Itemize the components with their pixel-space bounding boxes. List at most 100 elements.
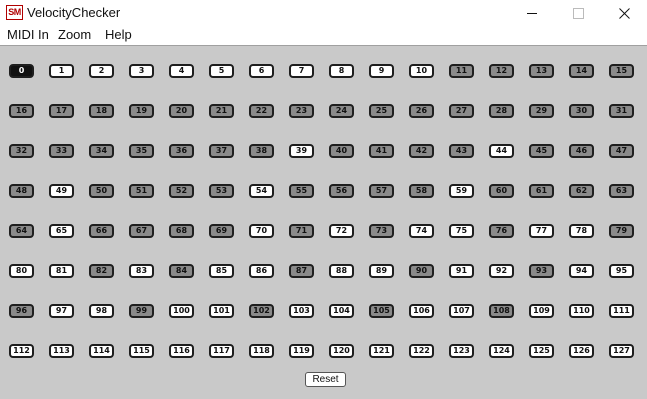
note-button-34[interactable]: 34 xyxy=(89,144,114,158)
note-button-96[interactable]: 96 xyxy=(9,304,34,318)
note-button-80[interactable]: 80 xyxy=(9,264,34,278)
note-button-112[interactable]: 112 xyxy=(9,344,34,358)
note-button-14[interactable]: 14 xyxy=(569,64,594,78)
note-button-107[interactable]: 107 xyxy=(449,304,474,318)
note-button-41[interactable]: 41 xyxy=(369,144,394,158)
note-button-40[interactable]: 40 xyxy=(329,144,354,158)
note-button-75[interactable]: 75 xyxy=(449,224,474,238)
menu-zoom[interactable]: Zoom xyxy=(57,27,92,43)
note-button-106[interactable]: 106 xyxy=(409,304,434,318)
note-button-56[interactable]: 56 xyxy=(329,184,354,198)
note-button-63[interactable]: 63 xyxy=(609,184,634,198)
note-button-88[interactable]: 88 xyxy=(329,264,354,278)
note-button-23[interactable]: 23 xyxy=(289,104,314,118)
note-button-55[interactable]: 55 xyxy=(289,184,314,198)
note-button-33[interactable]: 33 xyxy=(49,144,74,158)
note-button-115[interactable]: 115 xyxy=(129,344,154,358)
note-button-65[interactable]: 65 xyxy=(49,224,74,238)
note-button-30[interactable]: 30 xyxy=(569,104,594,118)
note-button-124[interactable]: 124 xyxy=(489,344,514,358)
note-button-11[interactable]: 11 xyxy=(449,64,474,78)
note-button-125[interactable]: 125 xyxy=(529,344,554,358)
note-button-37[interactable]: 37 xyxy=(209,144,234,158)
note-button-42[interactable]: 42 xyxy=(409,144,434,158)
note-button-51[interactable]: 51 xyxy=(129,184,154,198)
note-button-101[interactable]: 101 xyxy=(209,304,234,318)
note-button-50[interactable]: 50 xyxy=(89,184,114,198)
note-button-97[interactable]: 97 xyxy=(49,304,74,318)
note-button-67[interactable]: 67 xyxy=(129,224,154,238)
note-button-17[interactable]: 17 xyxy=(49,104,74,118)
note-button-76[interactable]: 76 xyxy=(489,224,514,238)
note-button-74[interactable]: 74 xyxy=(409,224,434,238)
note-button-8[interactable]: 8 xyxy=(329,64,354,78)
note-button-58[interactable]: 58 xyxy=(409,184,434,198)
note-button-122[interactable]: 122 xyxy=(409,344,434,358)
note-button-62[interactable]: 62 xyxy=(569,184,594,198)
note-button-27[interactable]: 27 xyxy=(449,104,474,118)
note-button-109[interactable]: 109 xyxy=(529,304,554,318)
maximize-button[interactable] xyxy=(555,0,601,26)
note-button-5[interactable]: 5 xyxy=(209,64,234,78)
note-button-45[interactable]: 45 xyxy=(529,144,554,158)
note-button-7[interactable]: 7 xyxy=(289,64,314,78)
menu-midi-in[interactable]: MIDI In xyxy=(6,27,50,43)
note-button-32[interactable]: 32 xyxy=(9,144,34,158)
note-button-104[interactable]: 104 xyxy=(329,304,354,318)
note-button-3[interactable]: 3 xyxy=(129,64,154,78)
note-button-84[interactable]: 84 xyxy=(169,264,194,278)
note-button-15[interactable]: 15 xyxy=(609,64,634,78)
note-button-94[interactable]: 94 xyxy=(569,264,594,278)
note-button-95[interactable]: 95 xyxy=(609,264,634,278)
note-button-57[interactable]: 57 xyxy=(369,184,394,198)
note-button-49[interactable]: 49 xyxy=(49,184,74,198)
note-button-73[interactable]: 73 xyxy=(369,224,394,238)
note-button-78[interactable]: 78 xyxy=(569,224,594,238)
note-button-36[interactable]: 36 xyxy=(169,144,194,158)
note-button-18[interactable]: 18 xyxy=(89,104,114,118)
note-button-16[interactable]: 16 xyxy=(9,104,34,118)
note-button-60[interactable]: 60 xyxy=(489,184,514,198)
note-button-26[interactable]: 26 xyxy=(409,104,434,118)
note-button-53[interactable]: 53 xyxy=(209,184,234,198)
note-button-116[interactable]: 116 xyxy=(169,344,194,358)
note-button-87[interactable]: 87 xyxy=(289,264,314,278)
note-button-105[interactable]: 105 xyxy=(369,304,394,318)
note-button-93[interactable]: 93 xyxy=(529,264,554,278)
note-button-85[interactable]: 85 xyxy=(209,264,234,278)
note-button-99[interactable]: 99 xyxy=(129,304,154,318)
note-button-77[interactable]: 77 xyxy=(529,224,554,238)
note-button-61[interactable]: 61 xyxy=(529,184,554,198)
note-button-102[interactable]: 102 xyxy=(249,304,274,318)
note-button-1[interactable]: 1 xyxy=(49,64,74,78)
note-button-54[interactable]: 54 xyxy=(249,184,274,198)
note-button-120[interactable]: 120 xyxy=(329,344,354,358)
note-button-38[interactable]: 38 xyxy=(249,144,274,158)
note-button-100[interactable]: 100 xyxy=(169,304,194,318)
note-button-24[interactable]: 24 xyxy=(329,104,354,118)
note-button-59[interactable]: 59 xyxy=(449,184,474,198)
close-button[interactable] xyxy=(601,0,647,26)
note-button-81[interactable]: 81 xyxy=(49,264,74,278)
note-button-103[interactable]: 103 xyxy=(289,304,314,318)
note-button-126[interactable]: 126 xyxy=(569,344,594,358)
note-button-118[interactable]: 118 xyxy=(249,344,274,358)
note-button-39[interactable]: 39 xyxy=(289,144,314,158)
note-button-79[interactable]: 79 xyxy=(609,224,634,238)
note-button-91[interactable]: 91 xyxy=(449,264,474,278)
note-button-21[interactable]: 21 xyxy=(209,104,234,118)
note-button-6[interactable]: 6 xyxy=(249,64,274,78)
note-button-98[interactable]: 98 xyxy=(89,304,114,318)
note-button-123[interactable]: 123 xyxy=(449,344,474,358)
note-button-110[interactable]: 110 xyxy=(569,304,594,318)
note-button-4[interactable]: 4 xyxy=(169,64,194,78)
note-button-13[interactable]: 13 xyxy=(529,64,554,78)
note-button-69[interactable]: 69 xyxy=(209,224,234,238)
note-button-20[interactable]: 20 xyxy=(169,104,194,118)
note-button-28[interactable]: 28 xyxy=(489,104,514,118)
note-button-64[interactable]: 64 xyxy=(9,224,34,238)
note-button-71[interactable]: 71 xyxy=(289,224,314,238)
note-button-119[interactable]: 119 xyxy=(289,344,314,358)
note-button-43[interactable]: 43 xyxy=(449,144,474,158)
note-button-0[interactable]: 0 xyxy=(9,64,34,78)
